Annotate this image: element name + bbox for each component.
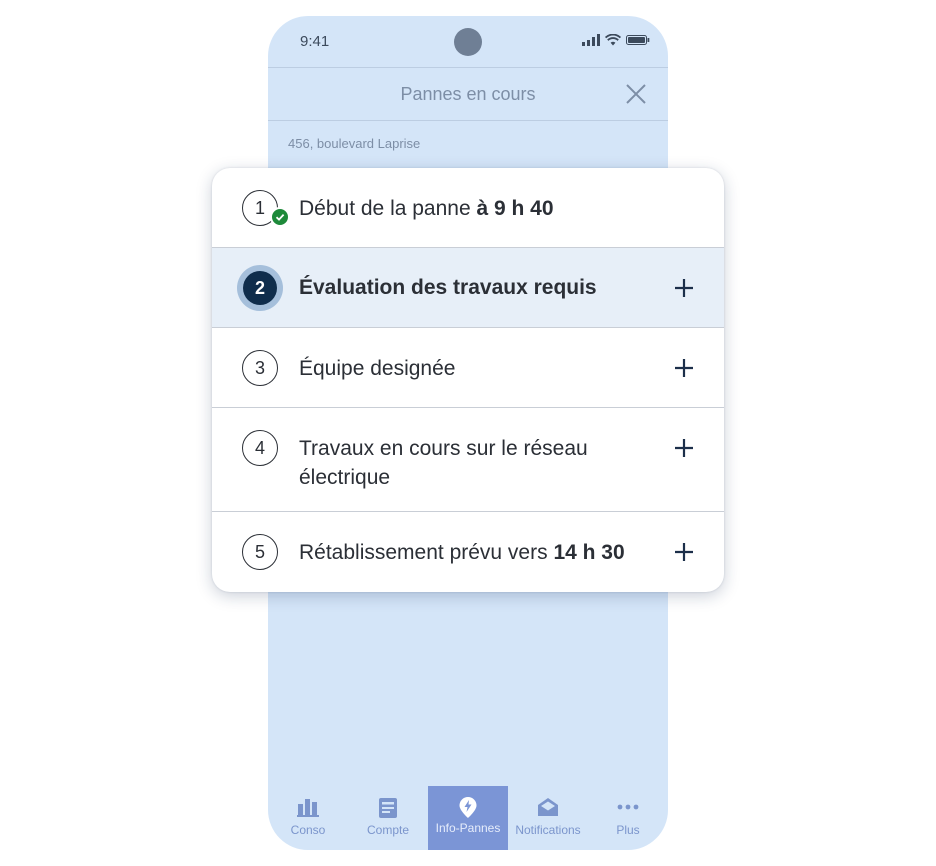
lightning-pin-icon <box>459 797 477 818</box>
screen: 9:41 Pannes en cours 456, boulevard Lapr… <box>0 0 936 866</box>
step-item-5[interactable]: 5 Rétablissement prévu vers 14 h 30 <box>212 512 724 592</box>
check-badge <box>270 207 290 227</box>
step-label: Évaluation des travaux requis <box>299 276 597 299</box>
wifi-icon <box>605 34 621 46</box>
expand-button[interactable] <box>674 278 694 298</box>
step-label: Début de la panne <box>299 197 477 220</box>
step-item-4[interactable]: 4 Travaux en cours sur le réseau électri… <box>212 408 724 512</box>
page-title: Pannes en cours <box>400 84 536 104</box>
step-label: Travaux en cours sur le réseau électriqu… <box>299 437 588 489</box>
step-item-2[interactable]: 2 Évaluation des travaux requis <box>212 248 724 328</box>
step-number: 3 <box>242 350 278 386</box>
plus-icon <box>675 543 693 561</box>
tab-compte[interactable]: Compte <box>348 786 428 850</box>
status-time: 9:41 <box>300 33 330 50</box>
step-text: Équipe designée <box>299 354 629 383</box>
step-item-3[interactable]: 3 Équipe designée <box>212 328 724 408</box>
tab-plus[interactable]: Plus <box>588 786 668 850</box>
step-text: Rétablissement prévu vers 14 h 30 <box>299 538 659 567</box>
step-number: 2 <box>243 271 277 305</box>
status-bar: 9:41 <box>268 16 668 67</box>
plus-icon <box>675 439 693 457</box>
step-text: Début de la panne à 9 h 40 <box>299 194 629 223</box>
tab-label: Plus <box>616 823 640 837</box>
tab-info-pannes[interactable]: Info-Pannes <box>428 786 508 850</box>
step-time: 14 h 30 <box>553 541 625 564</box>
step-number: 4 <box>242 430 278 466</box>
screen-header: Pannes en cours <box>268 67 668 121</box>
envelope-icon <box>538 798 558 816</box>
step-label: Équipe designée <box>299 357 456 380</box>
address-label: 456, boulevard Laprise <box>288 136 421 151</box>
bill-icon <box>379 798 397 818</box>
step-item-1: 1 Début de la panne à 9 h 40 <box>212 168 724 248</box>
bottom-tab-bar: Conso Compte Info-Pannes Notifications P… <box>268 786 668 850</box>
status-icons <box>582 34 650 46</box>
tab-label: Conso <box>290 823 326 837</box>
signal-icon <box>582 34 600 46</box>
step-text: Travaux en cours sur le réseau électriqu… <box>299 434 629 492</box>
tab-label: Compte <box>366 823 410 837</box>
tab-notifications[interactable]: Notifications <box>508 786 588 850</box>
step-number: 5 <box>242 534 278 570</box>
close-icon <box>626 84 646 104</box>
plus-icon <box>675 279 693 297</box>
tab-label: Notifications <box>515 823 581 837</box>
close-button[interactable] <box>624 82 648 106</box>
camera-notch <box>454 28 482 56</box>
bar-chart-icon <box>297 799 319 817</box>
expand-button[interactable] <box>674 358 694 378</box>
plus-icon <box>675 359 693 377</box>
outage-progress-card: 1 Début de la panne à 9 h 40 2 Évaluatio… <box>212 168 724 592</box>
check-icon <box>275 213 285 221</box>
step-time: à 9 h 40 <box>476 197 554 220</box>
tab-conso[interactable]: Conso <box>268 786 348 850</box>
step-text: Évaluation des travaux requis <box>299 273 629 302</box>
step-label: Rétablissement prévu vers <box>299 541 554 564</box>
tab-label: Info-Pannes <box>435 821 501 835</box>
more-dots-icon <box>617 804 639 810</box>
expand-button[interactable] <box>674 542 694 562</box>
expand-button[interactable] <box>674 438 694 458</box>
battery-icon <box>626 35 650 45</box>
